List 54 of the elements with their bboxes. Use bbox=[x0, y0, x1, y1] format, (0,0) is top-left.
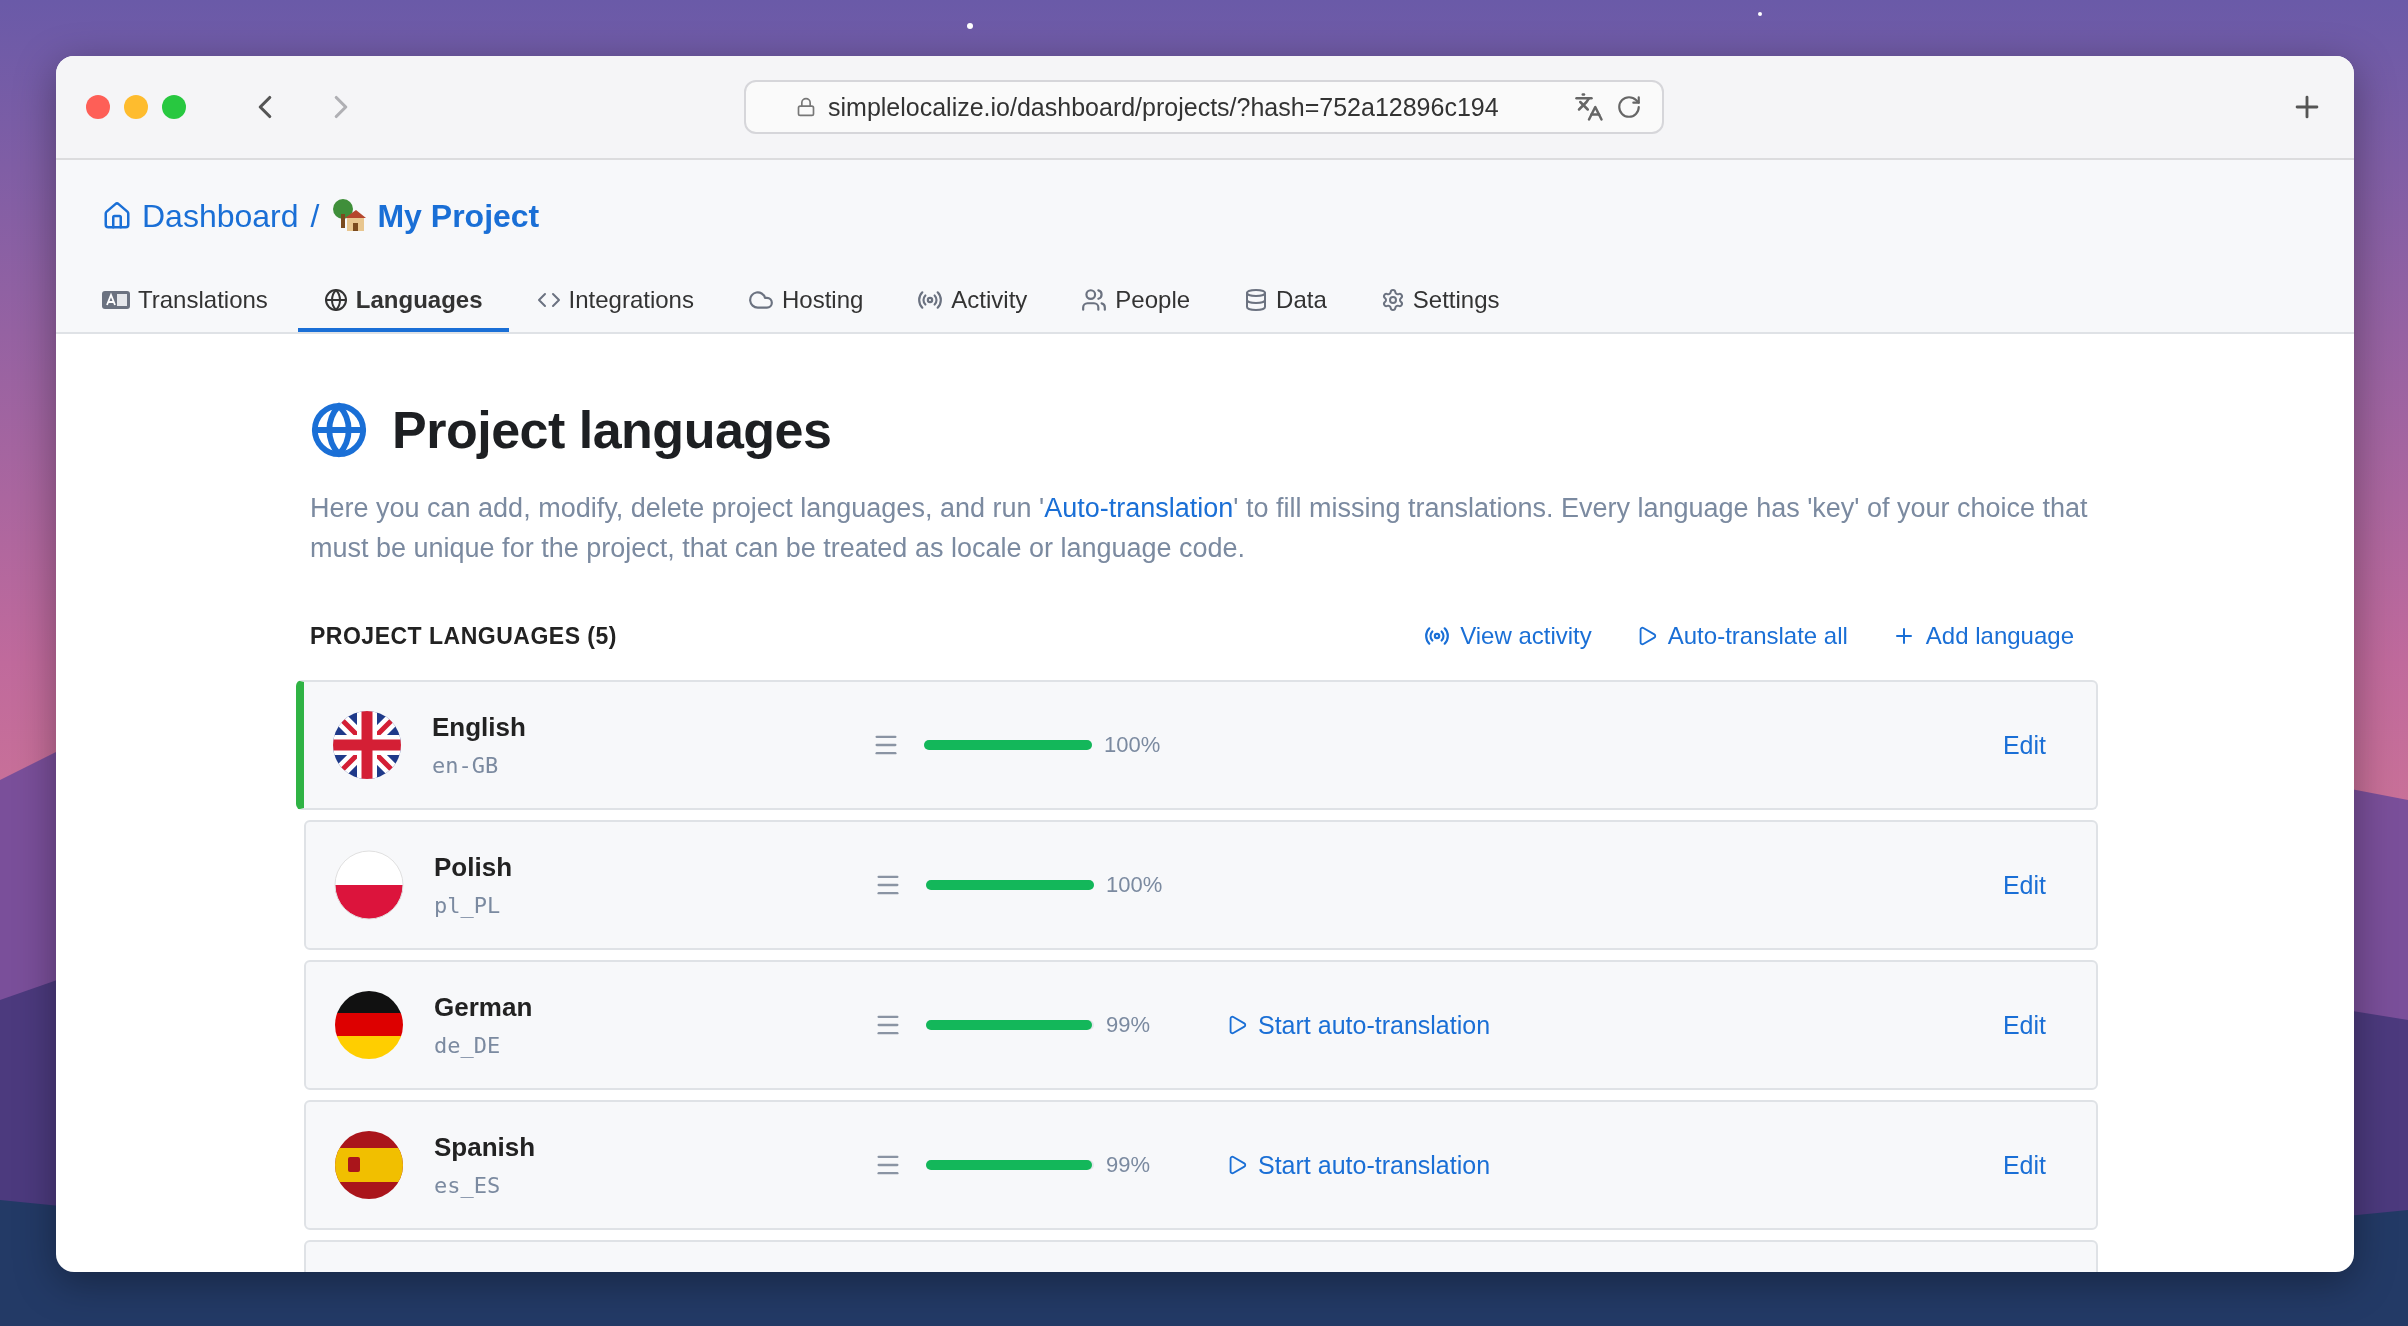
edit-link[interactable]: Edit bbox=[2002, 1150, 2046, 1180]
flag-icon bbox=[334, 850, 404, 920]
auto-translation-link[interactable]: Auto-translation bbox=[1044, 493, 1234, 523]
language-key: en-GB bbox=[432, 753, 872, 778]
nav-tab[interactable]: Activity bbox=[891, 272, 1054, 332]
language-key: pl_PL bbox=[434, 893, 874, 918]
auto-translation-button[interactable]: Start auto-translation bbox=[1226, 1010, 1491, 1040]
language-key: es_ES bbox=[434, 1173, 874, 1198]
breadcrumb-link[interactable]: Dashboard bbox=[142, 197, 299, 235]
nav-tab[interactable]: Integrations bbox=[510, 272, 720, 332]
progress-percent: 100% bbox=[1104, 732, 1162, 758]
nav-tab[interactable]: Data bbox=[1218, 272, 1353, 332]
translate-icon[interactable] bbox=[1574, 92, 1604, 122]
breadcrumb-separator: / bbox=[310, 197, 320, 235]
auto-translation-button[interactable]: Start auto-translation bbox=[1226, 1150, 1491, 1180]
progress-percent: 100% bbox=[1106, 872, 1164, 898]
nav-tab[interactable]: Translations bbox=[102, 272, 294, 332]
maximize-button[interactable] bbox=[162, 95, 186, 119]
progress-percent: 99% bbox=[1106, 1012, 1152, 1038]
address-bar[interactable]: simplelocalize.io/dashboard/projects/?hash=752a12896c194 bbox=[744, 80, 1664, 134]
language-name: German bbox=[434, 992, 534, 1023]
edit-link[interactable]: Edit bbox=[2002, 1010, 2046, 1040]
progress-percent: 99% bbox=[1106, 1152, 1152, 1178]
language-name: English bbox=[432, 712, 527, 743]
reload-icon[interactable] bbox=[1616, 94, 1642, 120]
flag-icon bbox=[334, 990, 404, 1060]
action-link[interactable]: View activity bbox=[1424, 622, 1592, 650]
close-button[interactable] bbox=[86, 95, 110, 119]
edit-link[interactable]: Edit bbox=[2002, 870, 2046, 900]
language-badge-icon bbox=[102, 290, 130, 310]
nav-tab[interactable]: Hosting bbox=[721, 272, 890, 332]
globe-icon bbox=[323, 288, 348, 312]
url-text: simplelocalize.io/dashboard/projects/?hash=752a12896c194 bbox=[828, 92, 1500, 122]
section-heading: PROJECT LANGUAGES (5) bbox=[310, 622, 617, 650]
page-description: Here you can add, modify, delete project languages, and run 'Auto-translation' to fill missing translations. Every language has 'key' of your choice that must be unique for the project, that can be treated as locale or language code. bbox=[310, 492, 2089, 565]
nav-tab[interactable]: People bbox=[1055, 272, 1217, 332]
nav-tab[interactable]: Settings bbox=[1354, 272, 1526, 332]
page-title: Project languages bbox=[392, 400, 832, 460]
home-icon bbox=[102, 201, 132, 231]
edit-link[interactable]: Edit bbox=[2002, 730, 2046, 760]
minimize-button[interactable] bbox=[124, 95, 148, 119]
people-icon bbox=[1081, 287, 1108, 313]
language-key: de_DE bbox=[434, 1033, 874, 1058]
breadcrumb-link[interactable]: My Project bbox=[377, 197, 540, 235]
database-icon bbox=[1244, 288, 1269, 312]
nav-tab[interactable]: Languages bbox=[297, 272, 509, 332]
action-link[interactable]: Auto-translate all bbox=[1635, 622, 1848, 650]
language-name: Polish bbox=[434, 852, 513, 883]
language-name: Spanish bbox=[434, 1132, 537, 1163]
globe-icon bbox=[310, 401, 368, 459]
settings-icon bbox=[1380, 288, 1405, 312]
action-link[interactable]: Add language bbox=[1891, 622, 2074, 650]
house-tree-icon bbox=[331, 198, 368, 234]
lock-icon bbox=[796, 97, 816, 117]
